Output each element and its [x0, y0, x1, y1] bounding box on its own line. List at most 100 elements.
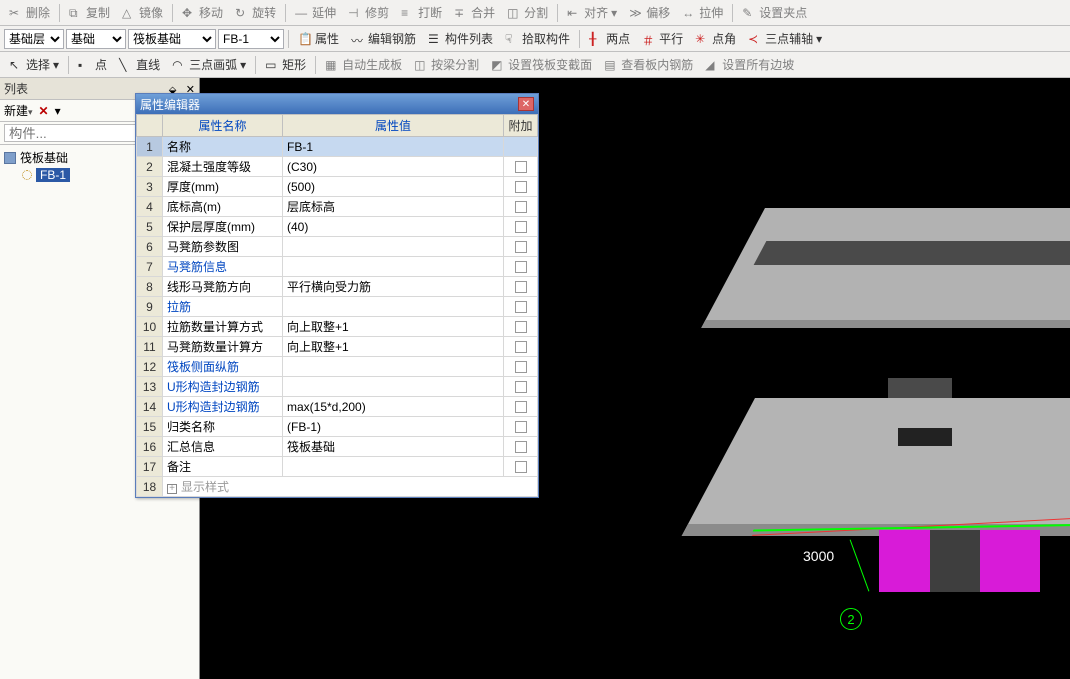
item-combo[interactable]: FB-1	[218, 29, 284, 49]
prop-extra[interactable]	[504, 437, 538, 457]
merge-button[interactable]: ∓合并	[449, 2, 500, 23]
prop-value[interactable]	[283, 457, 504, 477]
prop-extra[interactable]	[504, 457, 538, 477]
property-row[interactable]: 17备注	[137, 457, 538, 477]
property-row[interactable]: 7马凳筋信息	[137, 257, 538, 277]
split-button[interactable]: ◫分割	[502, 2, 553, 23]
prop-value[interactable]	[283, 257, 504, 277]
break-button[interactable]: ≡打断	[396, 2, 447, 23]
parallel-button[interactable]: ＃平行	[637, 28, 688, 49]
checkbox-icon[interactable]	[515, 341, 527, 353]
prop-display-style[interactable]: +显示样式	[163, 477, 538, 497]
delete-tree-button[interactable]: ✕	[39, 104, 49, 118]
property-row[interactable]: 8线形马凳筋方向平行横向受力筋	[137, 277, 538, 297]
arc3-button[interactable]: ◠三点画弧▾	[167, 54, 251, 75]
prop-extra[interactable]	[504, 157, 538, 177]
prop-value[interactable]	[283, 297, 504, 317]
prop-value[interactable]: 向上取整+1	[283, 317, 504, 337]
mirror-button[interactable]: △镜像	[117, 2, 168, 23]
trim-button[interactable]: ⊣修剪	[343, 2, 394, 23]
property-row[interactable]: 16汇总信息筏板基础	[137, 437, 538, 457]
prop-value[interactable]: FB-1	[283, 137, 504, 157]
move-button[interactable]: ✥移动	[177, 2, 228, 23]
checkbox-icon[interactable]	[515, 361, 527, 373]
checkbox-icon[interactable]	[515, 401, 527, 413]
prop-value[interactable]	[283, 237, 504, 257]
prop-extra[interactable]	[504, 137, 538, 157]
checkbox-icon[interactable]	[515, 241, 527, 253]
edit-rebar-button[interactable]: 〰编辑钢筋	[346, 28, 421, 49]
subcategory-combo[interactable]: 筏板基础	[128, 29, 216, 49]
category-combo[interactable]: 基础	[66, 29, 126, 49]
expand-icon[interactable]: +	[167, 484, 177, 494]
property-row[interactable]: 18+显示样式	[137, 477, 538, 497]
prop-value[interactable]: (40)	[283, 217, 504, 237]
property-row[interactable]: 1名称FB-1	[137, 137, 538, 157]
filter-icon[interactable]: ▾	[55, 104, 61, 118]
prop-value[interactable]: (FB-1)	[283, 417, 504, 437]
checkbox-icon[interactable]	[515, 201, 527, 213]
checkbox-icon[interactable]	[515, 381, 527, 393]
select-button[interactable]: ↖选择▾	[4, 54, 64, 75]
prop-value[interactable]: 平行横向受力筋	[283, 277, 504, 297]
checkbox-icon[interactable]	[515, 221, 527, 233]
checkbox-icon[interactable]	[515, 461, 527, 473]
checkbox-icon[interactable]	[515, 321, 527, 333]
beam-split-button[interactable]: ◫按梁分割	[409, 54, 484, 75]
component-list-button[interactable]: ☰构件列表	[423, 28, 498, 49]
prop-value[interactable]: 向上取整+1	[283, 337, 504, 357]
prop-extra[interactable]	[504, 177, 538, 197]
extend-button[interactable]: —延伸	[290, 2, 341, 23]
copy-button[interactable]: ⧉复制	[64, 2, 115, 23]
checkbox-icon[interactable]	[515, 161, 527, 173]
checkbox-icon[interactable]	[515, 301, 527, 313]
prop-extra[interactable]	[504, 357, 538, 377]
prop-extra[interactable]	[504, 417, 538, 437]
prop-value[interactable]: max(15*d,200)	[283, 397, 504, 417]
prop-value[interactable]	[283, 357, 504, 377]
point-angle-button[interactable]: ✳点角	[690, 28, 741, 49]
new-button[interactable]: 新建▾	[4, 102, 33, 119]
layer-combo[interactable]: 基础层	[4, 29, 64, 49]
properties-button[interactable]: 📋属性	[293, 28, 344, 49]
prop-extra[interactable]	[504, 337, 538, 357]
checkbox-icon[interactable]	[515, 181, 527, 193]
property-row[interactable]: 13U形构造封边钢筋	[137, 377, 538, 397]
point-button[interactable]: ▪点	[73, 54, 112, 75]
line-button[interactable]: ╲直线	[114, 54, 165, 75]
property-row[interactable]: 6马凳筋参数图	[137, 237, 538, 257]
property-row[interactable]: 2混凝土强度等级(C30)	[137, 157, 538, 177]
checkbox-icon[interactable]	[515, 261, 527, 273]
property-row[interactable]: 10拉筋数量计算方式向上取整+1	[137, 317, 538, 337]
property-row[interactable]: 4底标高(m)层底标高	[137, 197, 538, 217]
setgrip-button[interactable]: ✎设置夹点	[737, 2, 812, 23]
offset-button[interactable]: ≫偏移	[624, 2, 675, 23]
checkbox-icon[interactable]	[515, 421, 527, 433]
property-row[interactable]: 9拉筋	[137, 297, 538, 317]
prop-value[interactable]: 层底标高	[283, 197, 504, 217]
property-row[interactable]: 12筏板侧面纵筋	[137, 357, 538, 377]
property-row[interactable]: 14U形构造封边钢筋max(15*d,200)	[137, 397, 538, 417]
delete-button[interactable]: ✂删除	[4, 2, 55, 23]
autogen-button[interactable]: ▦自动生成板	[320, 54, 407, 75]
stretch-button[interactable]: ↔拉伸	[677, 2, 728, 23]
twopoint-button[interactable]: ╂两点	[584, 28, 635, 49]
dialog-close-button[interactable]: ✕	[518, 97, 534, 111]
set-edges-button[interactable]: ◢设置所有边坡	[700, 54, 799, 75]
prop-value[interactable]: (500)	[283, 177, 504, 197]
property-row[interactable]: 11马凳筋数量计算方向上取整+1	[137, 337, 538, 357]
prop-extra[interactable]	[504, 257, 538, 277]
prop-extra[interactable]	[504, 217, 538, 237]
set-section-button[interactable]: ◩设置筏板变截面	[486, 54, 597, 75]
checkbox-icon[interactable]	[515, 441, 527, 453]
dialog-titlebar[interactable]: 属性编辑器 ✕	[136, 94, 538, 114]
three-aux-button[interactable]: ≺三点辅轴▾	[743, 28, 827, 49]
property-row[interactable]: 5保护层厚度(mm)(40)	[137, 217, 538, 237]
prop-value[interactable]: 筏板基础	[283, 437, 504, 457]
prop-extra[interactable]	[504, 277, 538, 297]
prop-extra[interactable]	[504, 297, 538, 317]
rect-button[interactable]: ▭矩形	[260, 54, 311, 75]
prop-extra[interactable]	[504, 377, 538, 397]
align-button[interactable]: ⇤对齐▾	[562, 2, 622, 23]
checkbox-icon[interactable]	[515, 281, 527, 293]
